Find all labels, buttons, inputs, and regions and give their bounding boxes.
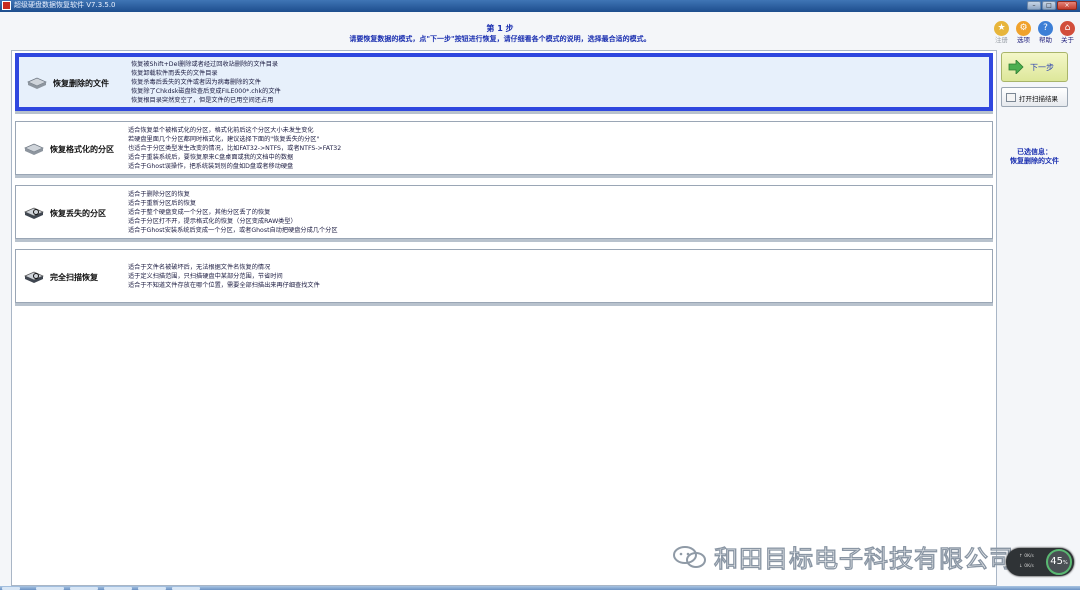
arrow-right-icon — [1008, 60, 1024, 74]
desc-line: 适合于不知道文件存放在哪个位置，需要全部扫描出来再仔细查找文件 — [128, 282, 320, 289]
step-title: 第 1 步 — [486, 24, 514, 33]
house-icon: ⌂ — [1060, 21, 1075, 36]
options-tool[interactable]: ⚙ 选项 — [1014, 21, 1033, 45]
usage-percent-unit: % — [1062, 560, 1068, 566]
window-title: 超级硬盘数据恢复软件 V7.3.5.0 — [14, 1, 116, 9]
desc-line: 适合恢复单个被格式化的分区，格式化前后这个分区大小未发生变化 — [128, 127, 314, 134]
wechat-icon — [673, 545, 706, 568]
mode-title: 恢复丢失的分区 — [50, 209, 106, 218]
download-value: 0K/s — [1024, 564, 1034, 569]
step-header: 第 1 步 请要恢复数据的模式，点"下一步"按钮进行恢复，请仔细看各个模式的说明… — [250, 23, 750, 45]
desc-line: 适合于重新分区后的恢复 — [128, 200, 197, 207]
desc-line: 也适合于分区类型发生改变的情况，比如FAT32->NTFS，或者NTFS->FA… — [128, 145, 342, 152]
about-tool[interactable]: ⌂ 关于 — [1058, 21, 1077, 45]
watermark: 和田目标电子科技有限公司 — [672, 539, 1014, 574]
selected-info: 已选信息： 恢复删除的文件 — [1001, 148, 1068, 166]
window-titlebar: 超级硬盘数据恢复软件 V7.3.5.0 – □ × — [0, 0, 1080, 12]
mode-recover-lost-partition[interactable]: 恢复丢失的分区 适合于删除分区的恢复 适合于重新分区后的恢复 适合于整个硬盘变成… — [15, 185, 993, 239]
disk-icon — [27, 77, 47, 89]
close-button[interactable]: × — [1057, 1, 1077, 10]
toolbar: ★ 注册 ⚙ 选项 ? 帮助 ⌂ 关于 — [992, 21, 1077, 45]
desc-line: 适合于文件名被破坏后，无法根据文件名恢复的情况 — [128, 264, 271, 271]
cart-icon: ★ — [994, 21, 1009, 36]
desc-line: 适合于Ghost误操作，把系统装到别的盘如D盘或者移动硬盘 — [128, 163, 294, 170]
usage-gauge: 45% — [1046, 549, 1072, 575]
desc-line: 适合于分区打不开，提示格式化的恢复（分区变成RAW类型） — [128, 218, 297, 225]
step-description: 请要恢复数据的模式，点"下一步"按钮进行恢复，请仔细看各个模式的说明，选择最合适… — [349, 35, 651, 43]
mode-description: 适合于删除分区的恢复 适合于重新分区后的恢复 适合于整个硬盘变成一个分区，其他分… — [128, 190, 338, 235]
mode-description: 适合于文件名被破坏后，无法根据文件名恢复的情况 适于定义扫描范围，只扫描硬盘中某… — [128, 263, 320, 290]
desc-line: 恢复杀毒后丢失的文件或者因为病毒删除的文件 — [131, 79, 261, 86]
mode-title: 恢复删除的文件 — [53, 79, 109, 88]
main-area: 第 1 步 请要恢复数据的模式，点"下一步"按钮进行恢复，请仔细看各个模式的说明… — [0, 12, 1080, 586]
app-icon — [2, 1, 11, 10]
upload-rate: ↑ 0K/s — [1019, 554, 1034, 559]
selected-info-value: 恢复删除的文件 — [1010, 157, 1059, 165]
help-label: 帮助 — [1039, 36, 1052, 44]
about-label: 关于 — [1061, 36, 1074, 44]
options-label: 选项 — [1017, 36, 1030, 44]
folder-icon — [1006, 93, 1016, 102]
open-scan-result-button[interactable]: 打开扫描结果 — [1001, 87, 1068, 107]
mode-description: 适合恢复单个被格式化的分区，格式化前后这个分区大小未发生变化 若硬盘里面几个分区… — [128, 126, 341, 171]
mode-description: 恢复被Shift+Del删除或者经过回收站删除的文件目录 恢复卸载软件而丢失的文… — [131, 60, 281, 105]
register-label: 注册 — [995, 36, 1008, 44]
desc-line: 恢复卸载软件而丢失的文件目录 — [131, 70, 218, 77]
selected-info-label: 已选信息： — [1017, 148, 1052, 156]
register-tool[interactable]: ★ 注册 — [992, 21, 1011, 45]
usage-percent: 45 — [1050, 556, 1063, 567]
mode-title: 恢复格式化的分区 — [50, 145, 114, 154]
desc-line: 恢复被Shift+Del删除或者经过回收站删除的文件目录 — [131, 61, 279, 68]
desc-line: 适合于整个硬盘变成一个分区，其他分区丢了的恢复 — [128, 209, 271, 216]
mode-full-scan[interactable]: 完全扫描恢复 适合于文件名被破坏后，无法根据文件名恢复的情况 适于定义扫描范围，… — [15, 249, 993, 303]
next-step-label: 下一步 — [1030, 63, 1054, 72]
desc-line: 适合于删除分区的恢复 — [128, 191, 190, 198]
desc-line: 适合于Ghost安装系统后变成一个分区，或者Ghost自动把硬盘分成几个分区 — [128, 227, 338, 234]
desc-line: 若硬盘里面几个分区都同时格式化，建议选择下面的"恢复丢失的分区" — [128, 136, 320, 143]
window-controls: – □ × — [1027, 1, 1077, 10]
mode-title: 完全扫描恢复 — [50, 273, 98, 282]
speed-widget[interactable]: ↑ 0K/s ↓ 0K/s 45% — [1006, 548, 1074, 576]
gear-icon: ⚙ — [1016, 21, 1031, 36]
help-tool[interactable]: ? 帮助 — [1036, 21, 1055, 45]
disk-search-icon — [24, 207, 44, 219]
desc-line: 适于定义扫描范围，只扫描硬盘中某部分范围，节省时间 — [128, 273, 283, 280]
watermark-text: 和田目标电子科技有限公司 — [714, 545, 1014, 574]
maximize-button[interactable]: □ — [1042, 1, 1056, 10]
open-scan-label: 打开扫描结果 — [1019, 95, 1058, 103]
taskbar — [0, 586, 1080, 590]
disk-icon — [24, 143, 44, 155]
desc-line: 适合于重装系统后，要恢复原来C盘桌面或我的文档中的数据 — [128, 154, 294, 161]
download-rate: ↓ 0K/s — [1019, 564, 1034, 569]
upload-value: 0K/s — [1024, 554, 1034, 559]
mode-recover-deleted[interactable]: 恢复删除的文件 恢复被Shift+Del删除或者经过回收站删除的文件目录 恢复卸… — [15, 53, 993, 111]
mode-list: 恢复删除的文件 恢复被Shift+Del删除或者经过回收站删除的文件目录 恢复卸… — [11, 50, 997, 586]
mode-recover-formatted[interactable]: 恢复格式化的分区 适合恢复单个被格式化的分区，格式化前后这个分区大小未发生变化 … — [15, 121, 993, 175]
help-icon: ? — [1038, 21, 1053, 36]
disk-search-icon — [24, 271, 44, 283]
desc-line: 恢复根目录突然变空了，但是文件的已用空间还占用 — [131, 97, 274, 104]
desc-line: 恢复除了Chkdsk磁盘检查后变成FILE000*.chk的文件 — [131, 88, 281, 95]
minimize-button[interactable]: – — [1027, 1, 1041, 10]
next-step-button[interactable]: 下一步 — [1001, 52, 1068, 82]
